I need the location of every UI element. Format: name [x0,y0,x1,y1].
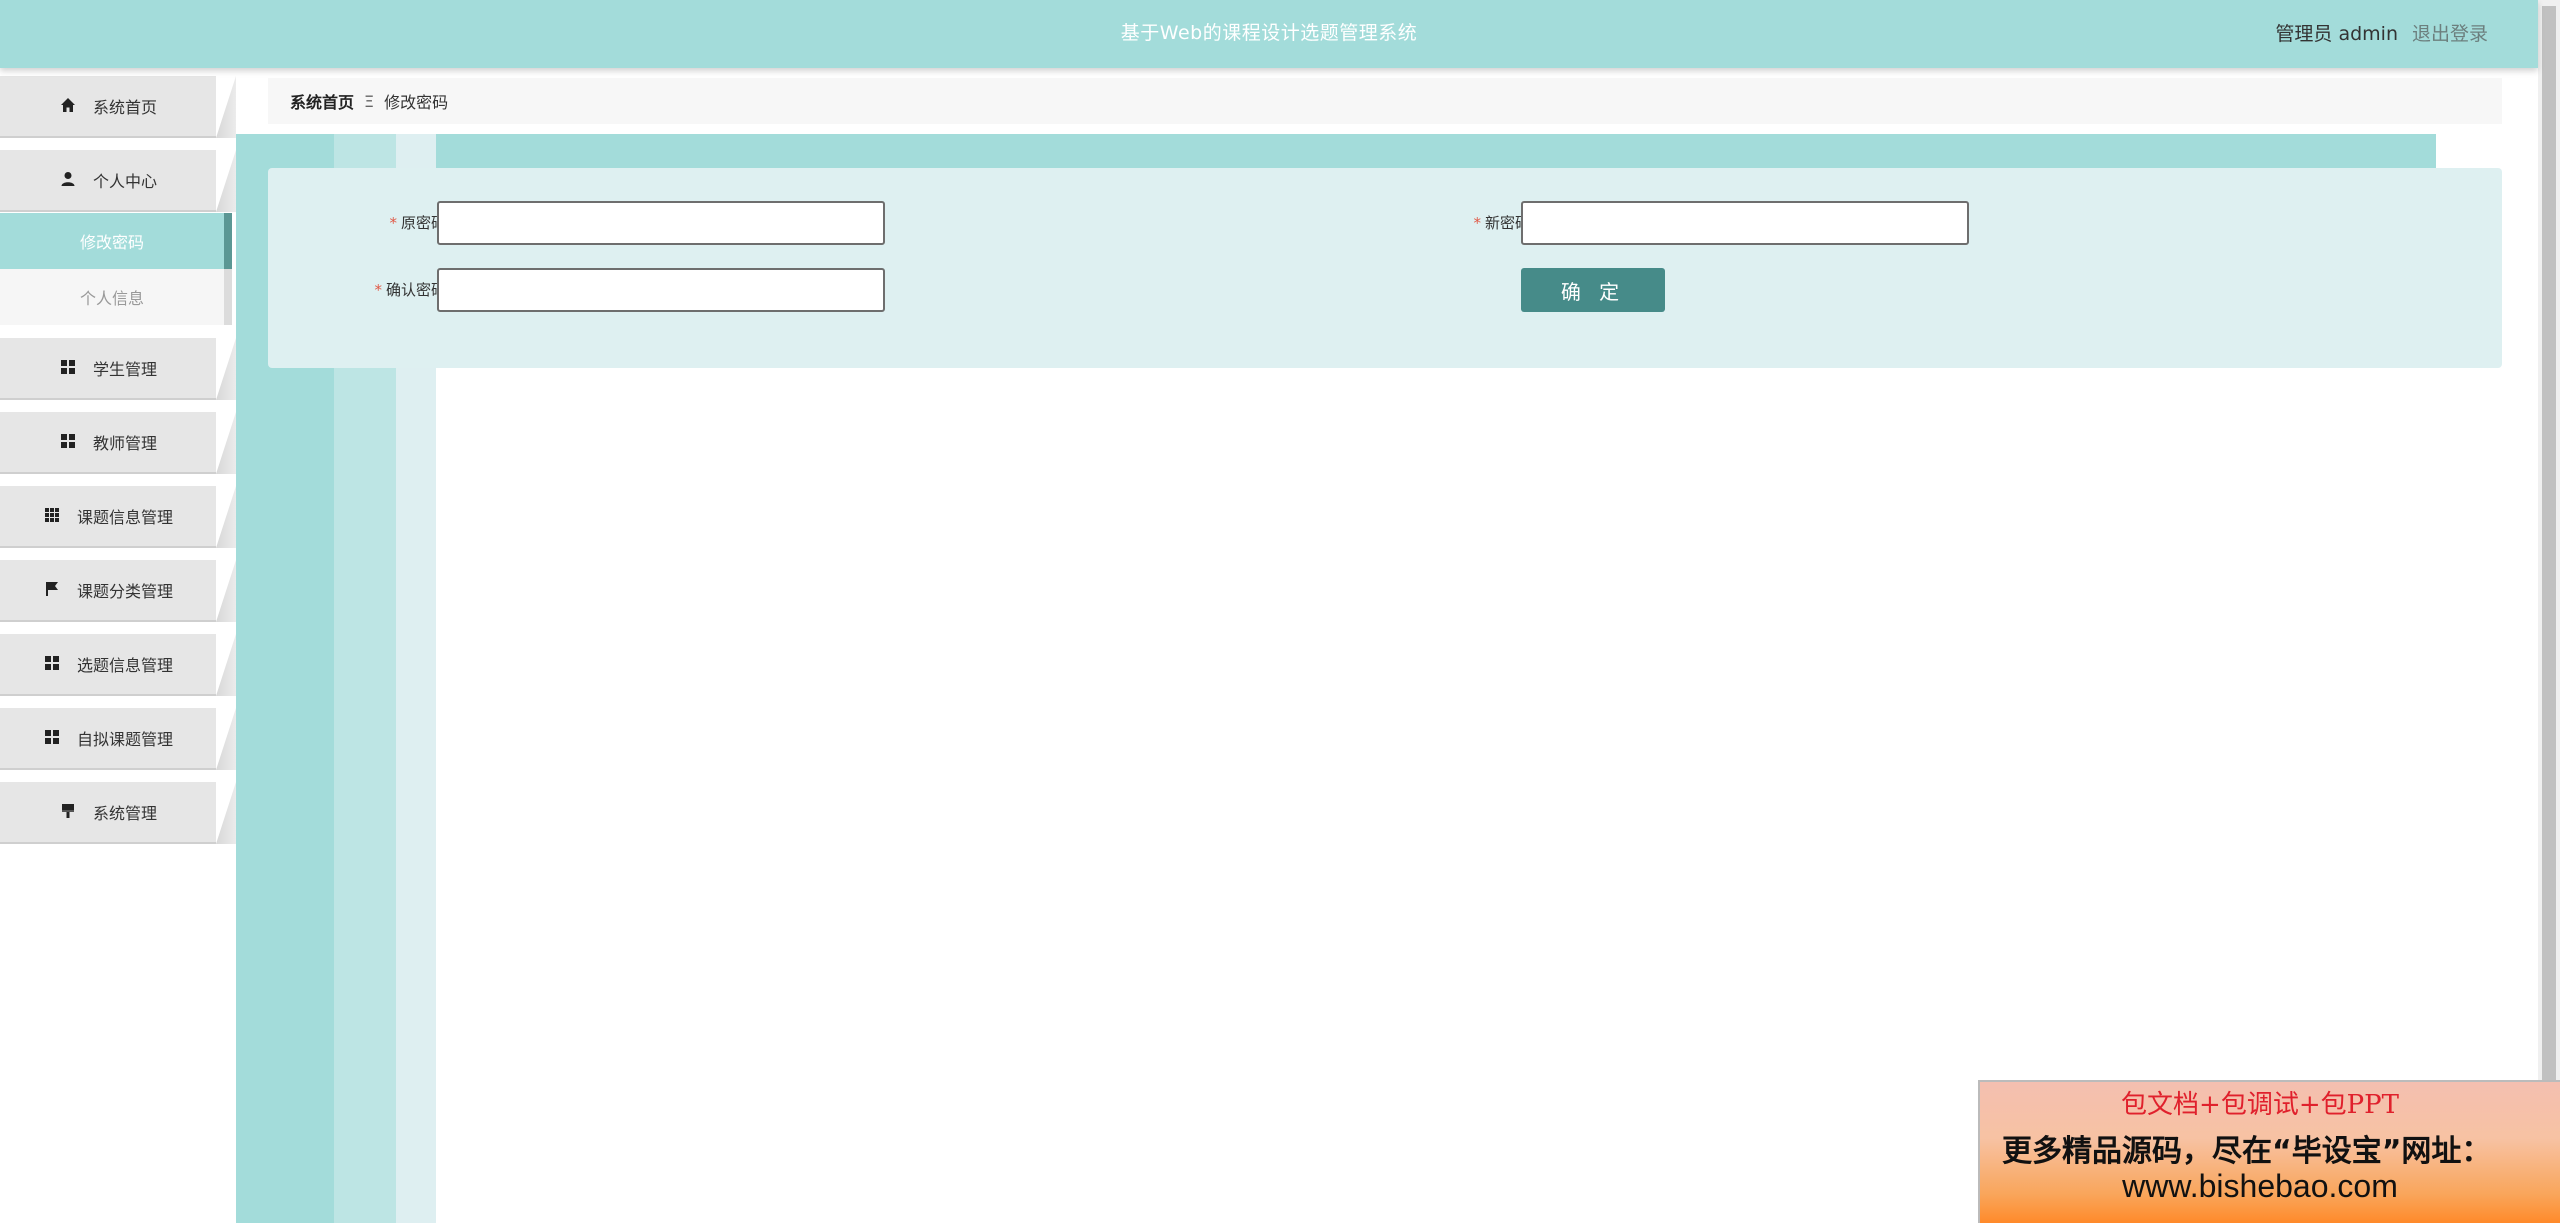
user-icon [59,171,77,189]
confirm-password-input[interactable] [437,268,885,312]
sidebar-item-label: 课题分类管理 [76,582,173,601]
promo-url: www.bishebao.com [2122,1168,2398,1204]
promo-line-1: 包文档+包调试+包PPT [2121,1090,2399,1120]
vertical-scrollbar[interactable] [2538,0,2560,1223]
sidebar-item-teacher-management[interactable]: 教师管理 [0,412,236,476]
sidebar-item-label: 课题信息管理 [76,508,173,527]
current-user: 管理员 admin [2275,23,2398,45]
sidebar-item-label: 学生管理 [92,360,157,379]
app-title: 基于Web的课程设计选题管理系统 [1120,22,1418,44]
sidebar: 系统首页 个人中心 修改密码 个人信息 学生管理 教师管理 课题信息管理 课题分… [0,68,236,1223]
grid-icon [59,433,77,451]
submenu-change-password[interactable]: 修改密码 [0,213,232,269]
sidebar-item-home[interactable]: 系统首页 [0,76,236,140]
breadcrumb-separator: Ξ [364,91,375,111]
new-password-input[interactable] [1521,201,1969,245]
breadcrumb-home-link[interactable]: 系统首页 [290,89,354,113]
breadcrumb: 系统首页 Ξ 修改密码 [268,78,2502,124]
submenu-personal-info[interactable]: 个人信息 [0,269,232,325]
submit-button[interactable]: 确 定 [1521,268,1665,312]
sidebar-item-selection-info-management[interactable]: 选题信息管理 [0,634,236,698]
submenu-label: 个人信息 [79,289,144,308]
sidebar-item-topic-info-management[interactable]: 课题信息管理 [0,486,236,550]
grid-icon [43,655,61,673]
grid-icon [43,729,61,747]
top-header: 基于Web的课程设计选题管理系统 管理员 admin 退出登录 [0,0,2538,68]
logout-link[interactable]: 退出登录 [2412,19,2488,46]
home-icon [59,97,77,115]
breadcrumb-current: 修改密码 [384,93,449,112]
sidebar-item-label: 选题信息管理 [76,656,173,675]
sidebar-item-label: 个人中心 [92,172,157,191]
sidebar-item-personal-center[interactable]: 个人中心 [0,150,236,214]
sidebar-item-label: 自拟课题管理 [76,730,173,749]
new-password-label: * 新密码 [1473,214,1530,232]
sidebar-item-system-management[interactable]: 系统管理 [0,782,236,846]
promo-line-2: 更多精品源码，尽在“毕设宝”网址： [2002,1134,2492,1169]
sidebar-item-label: 教师管理 [92,434,157,453]
change-password-form: * 原密码 * 新密码 * 确认密码 确 定 [268,168,2502,368]
grid-icon [59,359,77,377]
apps-icon [43,507,61,525]
sidebar-item-label: 系统首页 [92,98,157,117]
promo-banner: 包文档+包调试+包PPT 更多精品源码，尽在“毕设宝”网址： www.bishe… [1978,1080,2560,1223]
sidebar-item-label: 系统管理 [92,804,157,823]
scrollbar-thumb[interactable] [2542,6,2556,1080]
old-password-label: * 原密码 [389,214,446,232]
submenu-label: 修改密码 [79,233,144,252]
old-password-input[interactable] [437,201,885,245]
brush-icon [59,803,77,821]
sidebar-item-student-management[interactable]: 学生管理 [0,338,236,402]
flag-icon [43,581,61,599]
sidebar-item-self-proposed-topic-management[interactable]: 自拟课题管理 [0,708,236,772]
sidebar-item-topic-category-management[interactable]: 课题分类管理 [0,560,236,624]
confirm-password-label: * 确认密码 [374,281,446,299]
